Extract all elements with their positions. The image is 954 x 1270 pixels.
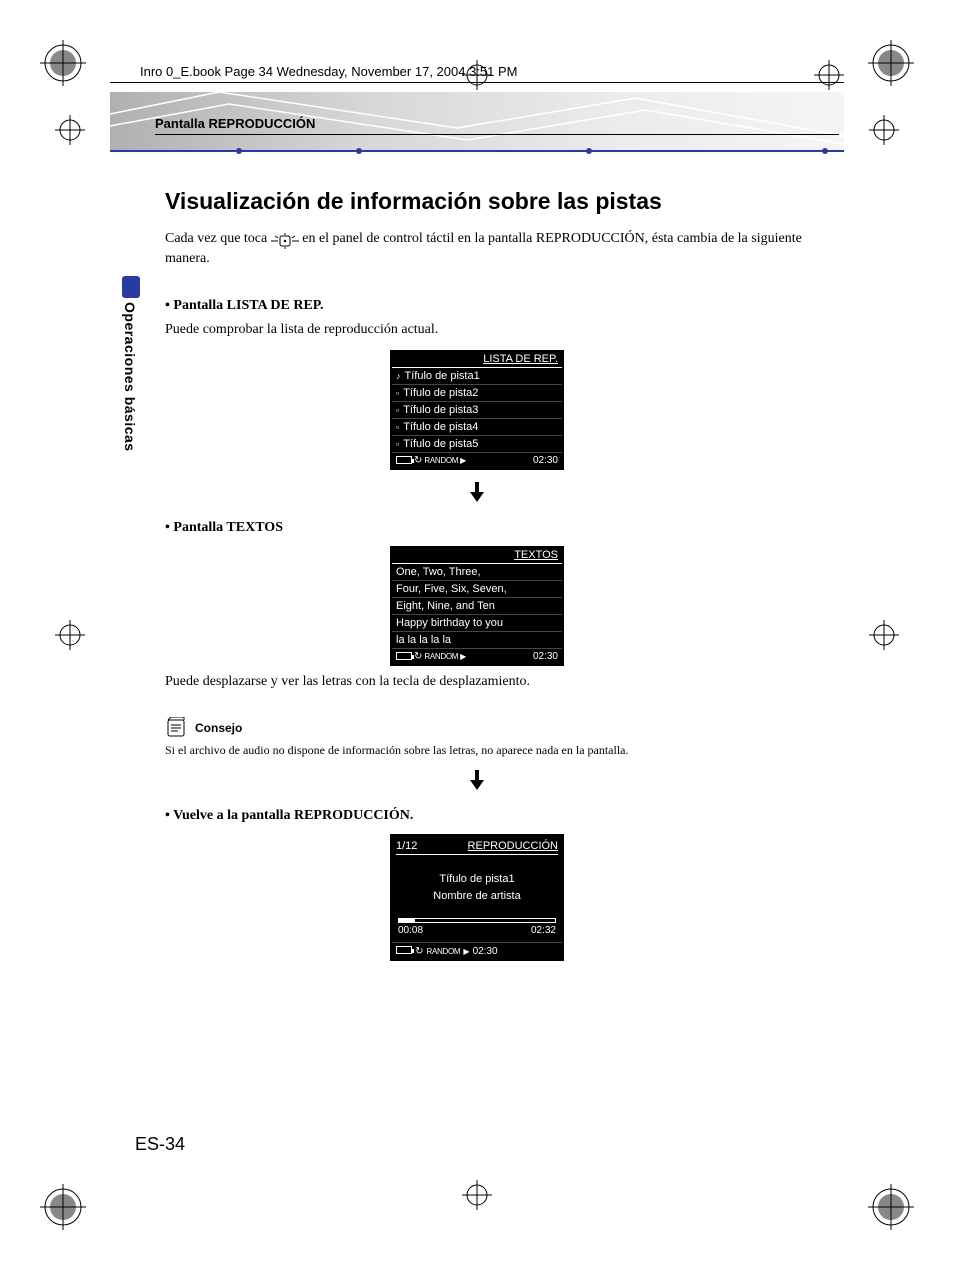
crop-mark-icon bbox=[868, 40, 914, 86]
track-row: ▫ Tífulo de pista3 bbox=[392, 402, 562, 419]
intro-before: Cada vez que toca bbox=[165, 231, 271, 246]
screen-3-status-bar: ↻ RANDOM ▶ 02:30 bbox=[392, 942, 562, 959]
repeat-icon: ↻ bbox=[415, 946, 423, 957]
page-title: Visualización de información sobre las p… bbox=[165, 188, 844, 215]
track-row: ♪ Tífulo de pista1 bbox=[392, 368, 562, 385]
lyric-row: Eight, Nine, and Ten bbox=[392, 598, 562, 615]
touch-display-icon bbox=[271, 233, 299, 249]
screen-3-header: REPRODUCCIÓN bbox=[468, 840, 558, 852]
track-label: Tífulo de pista2 bbox=[403, 387, 478, 399]
music-note-icon: ▫ bbox=[396, 439, 399, 449]
track-row: ▫ Tífulo de pista4 bbox=[392, 419, 562, 436]
status-time: 02:30 bbox=[533, 455, 558, 466]
arrow-down-icon bbox=[468, 482, 486, 502]
music-note-icon: ▫ bbox=[396, 422, 399, 432]
now-playing-artist: Nombre de artista bbox=[396, 888, 558, 905]
breadcrumb-rule bbox=[155, 134, 839, 135]
registration-mark-icon bbox=[55, 620, 85, 650]
music-note-icon: ▫ bbox=[396, 388, 399, 398]
screen-textos: TEXTOS One, Two, Three, Four, Five, Six,… bbox=[390, 546, 564, 666]
screen-lista-de-rep: LISTA DE REP. ♪ Tífulo de pista1 ▫ Tífulo … bbox=[390, 350, 564, 470]
track-row: ▫ Tífulo de pista5 bbox=[392, 436, 562, 453]
battery-icon bbox=[396, 652, 412, 660]
breadcrumb: Pantalla REPRODUCCIÓN bbox=[155, 116, 315, 131]
registration-mark-icon bbox=[869, 115, 899, 145]
registration-mark-icon bbox=[814, 60, 844, 90]
status-time: 02:30 bbox=[533, 651, 558, 662]
section-3-heading: Vuelve a la pantalla REPRODUCCIÓN. bbox=[165, 808, 844, 824]
random-label: RANDOM bbox=[424, 652, 458, 661]
tip-label: Consejo bbox=[195, 721, 242, 735]
registration-mark-icon bbox=[55, 115, 85, 145]
play-icon: ▶ bbox=[460, 456, 466, 465]
banner-blue-rule bbox=[110, 150, 844, 152]
lyric-row: One, Two, Three, bbox=[392, 564, 562, 581]
registration-mark-icon bbox=[462, 1180, 492, 1210]
section-1-body: Puede comprobar la lista de reproducción… bbox=[165, 320, 844, 340]
battery-icon bbox=[396, 456, 412, 464]
track-label: Tífulo de pista3 bbox=[403, 404, 478, 416]
section-2-heading: Pantalla TEXTOS bbox=[165, 520, 844, 536]
track-label: Tífulo de pista4 bbox=[403, 421, 478, 433]
side-tab-label: Operaciones básicas bbox=[122, 302, 138, 452]
crop-mark-icon bbox=[40, 1184, 86, 1230]
tip-block: Consejo bbox=[165, 717, 844, 739]
play-icon: ▶ bbox=[460, 652, 466, 661]
lyric-row: la la la la la bbox=[392, 632, 562, 649]
screen-2-header: TEXTOS bbox=[392, 548, 562, 564]
progress-bar bbox=[398, 918, 556, 923]
screen-1-status-bar: ↻ RANDOM ▶ 02:30 bbox=[392, 453, 562, 468]
section-1-heading: Pantalla LISTA DE REP. bbox=[165, 298, 844, 314]
header-rule bbox=[110, 82, 844, 83]
repeat-icon: ↻ bbox=[414, 651, 422, 662]
status-time: 02:30 bbox=[473, 946, 498, 957]
track-label: Tífulo de pista1 bbox=[405, 370, 480, 382]
crop-mark-icon bbox=[868, 1184, 914, 1230]
page-number: ES-34 bbox=[135, 1134, 185, 1155]
lyric-row: Four, Five, Six, Seven, bbox=[392, 581, 562, 598]
intro-paragraph: Cada vez que toca en el panel de control… bbox=[165, 229, 844, 268]
battery-icon bbox=[396, 946, 412, 954]
elapsed-time: 00:08 bbox=[398, 925, 423, 936]
screen-reproduccion: 1/12 REPRODUCCIÓN Tífulo de pista1 Nombr… bbox=[390, 834, 564, 961]
play-icon: ▶ bbox=[463, 947, 469, 956]
registration-mark-icon bbox=[869, 620, 899, 650]
lyric-row: Happy birthday to you bbox=[392, 615, 562, 632]
random-label: RANDOM bbox=[427, 947, 461, 956]
screen-1-header: LISTA DE REP. bbox=[392, 352, 562, 368]
track-label: Tífulo de pista5 bbox=[403, 438, 478, 450]
tip-icon bbox=[165, 717, 187, 739]
page-content: Operaciones básicas Visualización de inf… bbox=[110, 180, 844, 1180]
arrow-down-icon bbox=[468, 770, 486, 790]
music-note-icon: ▫ bbox=[396, 405, 399, 415]
music-note-icon: ♪ bbox=[396, 371, 401, 381]
section-2-body: Puede desplazarse y ver las letras con l… bbox=[165, 672, 844, 692]
tip-body: Si el archivo de audio no dispone de inf… bbox=[165, 743, 844, 758]
repeat-icon: ↻ bbox=[414, 455, 422, 466]
track-row: ▫ Tífulo de pista2 bbox=[392, 385, 562, 402]
section-side-tab: Operaciones básicas bbox=[122, 276, 142, 484]
crop-mark-icon bbox=[40, 40, 86, 86]
screen-2-status-bar: ↻ RANDOM ▶ 02:30 bbox=[392, 649, 562, 664]
random-label: RANDOM bbox=[424, 456, 458, 465]
now-playing-track: Tífulo de pista1 bbox=[396, 871, 558, 888]
total-time: 02:32 bbox=[531, 925, 556, 936]
track-counter: 1/12 bbox=[396, 840, 417, 852]
book-page-header: Inro 0_E.book Page 34 Wednesday, Novembe… bbox=[140, 64, 517, 79]
